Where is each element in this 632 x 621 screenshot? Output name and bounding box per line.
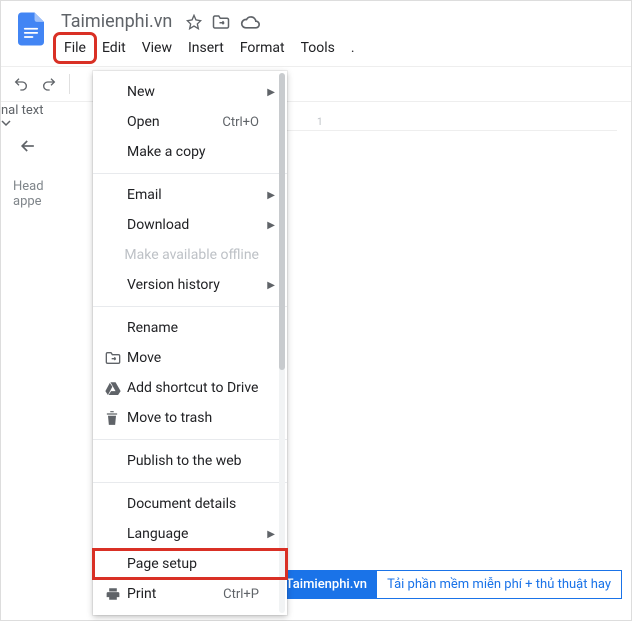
menu-item-label: Move to trash — [127, 410, 259, 426]
menu-item-new[interactable]: New ▶ — [93, 77, 287, 107]
menu-item-offline: Make available offline — [93, 240, 287, 270]
watermark-banner: Taimienphi.vn Tải phần mềm miễn phí + th… — [276, 571, 621, 598]
menu-separator — [93, 173, 287, 174]
menu-view[interactable]: View — [135, 36, 179, 60]
style-selector-label: nal text — [1, 103, 44, 118]
menu-file[interactable]: File — [57, 36, 93, 60]
document-canvas[interactable] — [291, 133, 619, 560]
menu-item-shortcut: Ctrl+P — [223, 587, 259, 602]
outline-placeholder-line1: Head — [13, 179, 93, 194]
document-title[interactable]: Taimienphi.vn — [57, 9, 176, 34]
file-menu-dropdown: New ▶ Open Ctrl+O Make a copy Email ▶ Do… — [93, 71, 287, 615]
redo-icon[interactable] — [41, 76, 57, 92]
menu-item-label: Make a copy — [127, 144, 259, 160]
menu-edit[interactable]: Edit — [95, 36, 133, 60]
menu-item-download[interactable]: Download ▶ — [93, 210, 287, 240]
menu-item-label: Make available offline — [124, 247, 259, 263]
menu-separator — [93, 306, 287, 307]
move-icon — [105, 351, 127, 365]
menu-separator — [93, 439, 287, 440]
menu-item-label: Page setup — [127, 556, 259, 572]
cloud-status-icon[interactable] — [240, 14, 260, 30]
menu-item-label: Document details — [127, 496, 259, 512]
submenu-arrow-icon: ▶ — [267, 220, 275, 231]
toolbar-separator — [69, 74, 70, 94]
submenu-arrow-icon: ▶ — [267, 87, 275, 98]
menu-item-label: Open — [127, 114, 222, 130]
menu-insert[interactable]: Insert — [181, 36, 231, 60]
ruler[interactable]: 1 — [287, 113, 617, 131]
menu-item-label: Download — [127, 217, 259, 233]
menu-item-page-setup[interactable]: Page setup — [93, 549, 287, 579]
menu-item-email[interactable]: Email ▶ — [93, 180, 287, 210]
move-folder-icon[interactable] — [212, 14, 230, 30]
outline-back-icon[interactable] — [13, 131, 43, 161]
menu-item-version-history[interactable]: Version history ▶ — [93, 270, 287, 300]
watermark-tagline: Tải phần mềm miễn phí + thủ thuật hay — [377, 571, 621, 598]
menu-item-trash[interactable]: Move to trash — [93, 403, 287, 433]
menu-item-publish[interactable]: Publish to the web — [93, 446, 287, 476]
menu-item-label: Version history — [127, 277, 259, 293]
menu-item-label: Add shortcut to Drive — [127, 380, 259, 396]
outline-placeholder-line2: appe — [13, 194, 93, 209]
menu-item-rename[interactable]: Rename — [93, 313, 287, 343]
menu-tools[interactable]: Tools — [294, 36, 342, 60]
menu-item-label: New — [127, 84, 259, 100]
menu-item-make-copy[interactable]: Make a copy — [93, 137, 287, 167]
drive-icon — [105, 381, 127, 395]
menu-item-label: Rename — [127, 320, 259, 336]
menu-item-language[interactable]: Language ▶ — [93, 519, 287, 549]
menu-item-doc-details[interactable]: Document details — [93, 489, 287, 519]
menu-item-open[interactable]: Open Ctrl+O — [93, 107, 287, 137]
menu-item-shortcut: Ctrl+O — [222, 115, 259, 130]
menu-format[interactable]: Format — [233, 36, 292, 60]
ruler-tick: 1 — [317, 117, 323, 128]
submenu-arrow-icon: ▶ — [267, 529, 275, 540]
trash-icon — [105, 410, 127, 426]
menu-item-label: Language — [127, 526, 259, 542]
menu-item-label: Print — [127, 586, 223, 602]
chevron-down-icon — [1, 118, 11, 128]
menu-separator — [93, 482, 287, 483]
menu-item-add-shortcut[interactable]: Add shortcut to Drive — [93, 373, 287, 403]
watermark-brand: Taimienphi.vn — [276, 571, 377, 598]
undo-icon[interactable] — [13, 76, 29, 92]
star-icon[interactable] — [186, 14, 202, 30]
menu-item-label: Move — [127, 350, 259, 366]
menu-bar: File Edit View Insert Format Tools . — [57, 36, 621, 60]
menu-item-move[interactable]: Move — [93, 343, 287, 373]
menu-item-print[interactable]: Print Ctrl+P — [93, 579, 287, 609]
submenu-arrow-icon: ▶ — [267, 280, 275, 291]
print-icon — [105, 587, 127, 601]
submenu-arrow-icon: ▶ — [267, 190, 275, 201]
docs-logo[interactable] — [11, 9, 51, 49]
menu-item-label: Email — [127, 187, 259, 203]
menu-more[interactable]: . — [344, 36, 362, 60]
menu-item-label: Publish to the web — [127, 453, 259, 469]
